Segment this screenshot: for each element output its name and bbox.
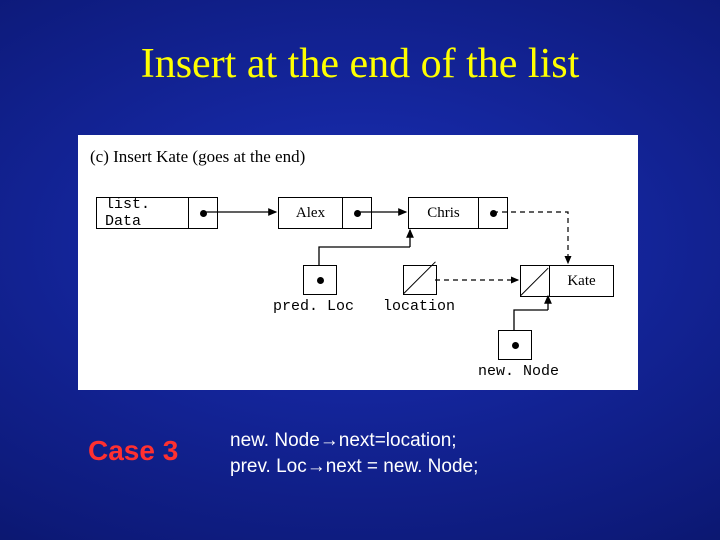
dot-icon	[512, 342, 519, 349]
dot-icon	[317, 277, 324, 284]
null-slash-icon	[404, 266, 436, 294]
node-chris: Chris	[408, 197, 508, 229]
location-slash	[404, 266, 436, 294]
figure-caption: (c) Insert Kate (goes at the end)	[90, 147, 305, 167]
location-box	[403, 265, 437, 295]
newnode-ptr	[499, 331, 531, 359]
predloc-ptr	[304, 266, 336, 294]
case-label: Case 3	[88, 435, 178, 467]
predloc-box	[303, 265, 337, 295]
newnode-box	[498, 330, 532, 360]
node-alex-label: Alex	[279, 198, 343, 228]
location-label: location	[383, 298, 455, 315]
null-slash-icon	[521, 266, 549, 296]
predloc-label: pred. Loc	[273, 298, 354, 315]
code-line-1: new. Node→next=location;	[230, 430, 457, 451]
code-block: new. Node→next=location; prev. Loc→next …	[230, 428, 478, 479]
code-line-2: prev. Loc→next = new. Node;	[230, 456, 478, 477]
newnode-label: new. Node	[478, 363, 559, 380]
dot-icon	[354, 210, 361, 217]
arrows-overlay	[78, 135, 638, 390]
dot-icon	[490, 210, 497, 217]
listdata-label: list. Data	[97, 198, 189, 228]
node-alex-ptr	[343, 198, 371, 228]
node-alex: Alex	[278, 197, 372, 229]
slide: Insert at the end of the list (c) Insert…	[0, 0, 720, 540]
diagram-figure: (c) Insert Kate (goes at the end) list. …	[78, 135, 638, 390]
node-kate-label: Kate	[550, 266, 613, 296]
listdata-box: list. Data	[96, 197, 218, 229]
node-kate: Kate	[520, 265, 614, 297]
node-chris-label: Chris	[409, 198, 479, 228]
dot-icon	[200, 210, 207, 217]
node-chris-ptr	[479, 198, 507, 228]
node-kate-null	[521, 266, 550, 296]
listdata-ptr	[189, 198, 217, 228]
slide-title: Insert at the end of the list	[0, 40, 720, 88]
